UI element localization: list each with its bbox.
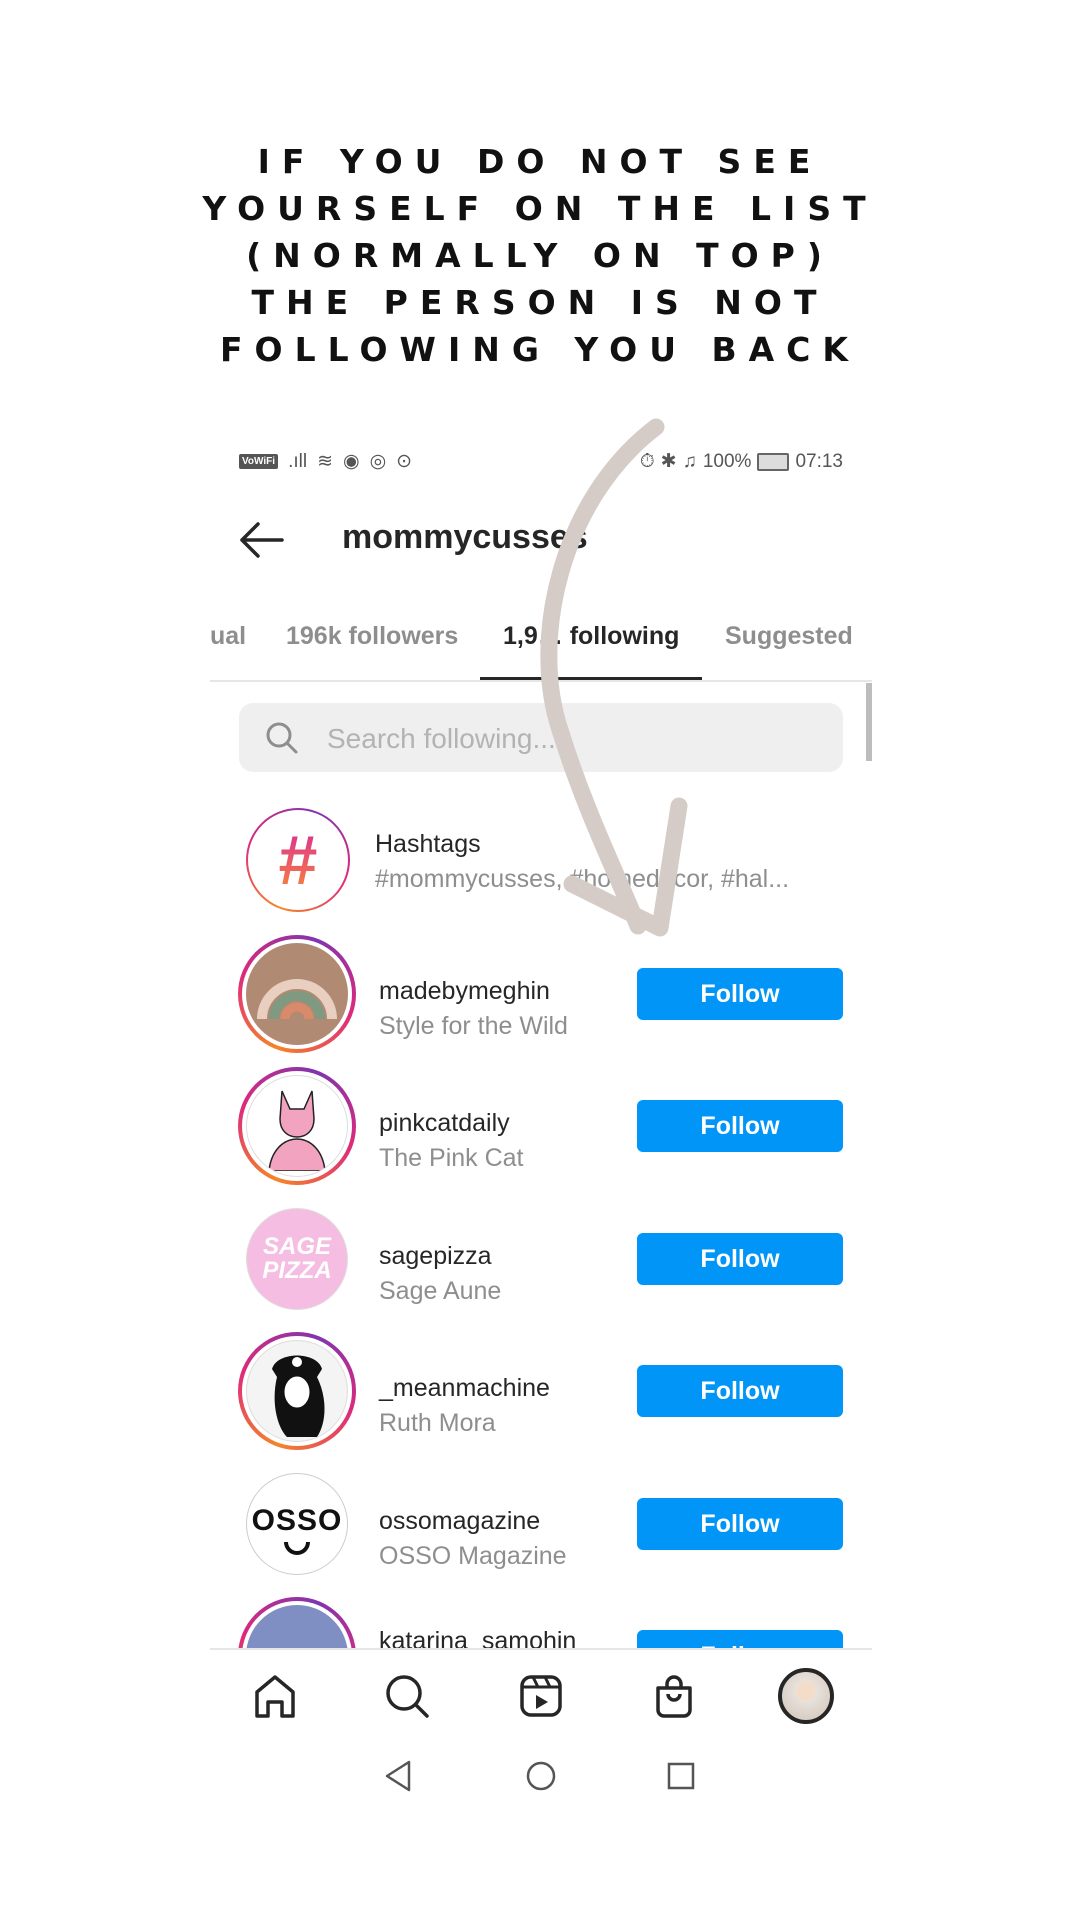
bottom-nav-divider xyxy=(210,1648,872,1650)
full-name: OSSO Magazine xyxy=(379,1542,567,1570)
username[interactable]: sagepizza xyxy=(379,1242,492,1271)
search-icon[interactable] xyxy=(383,1672,431,1720)
follow-button[interactable]: Follow xyxy=(637,1233,843,1285)
tab-following[interactable]: 1,9… following xyxy=(503,622,679,651)
battery-icon xyxy=(757,452,790,471)
heading-line: THE PERSON IS NOT xyxy=(251,283,829,322)
follow-button[interactable]: Follow xyxy=(637,1630,843,1648)
signal-icon: .ıll xyxy=(288,450,308,472)
status-bar: VoWiFi .ıll ≋ ◉ ◎ ⊙ ⏱ ✱ ♫ 100% 07:13 xyxy=(239,450,843,478)
avatar[interactable] xyxy=(238,1597,356,1648)
heading-line: IF YOU DO NOT SEE xyxy=(257,142,823,181)
full-name: Sage Aune xyxy=(379,1277,502,1305)
wifi-icon: ≋ xyxy=(317,451,333,472)
avatar[interactable]: OSSO xyxy=(246,1473,348,1575)
page-title: mommycusses xyxy=(342,518,588,556)
hashtag-avatar: # xyxy=(246,808,350,912)
sagepizza-logo: SAGE PIZZA xyxy=(262,1233,332,1284)
tab-followers[interactable]: 196k followers xyxy=(286,622,458,651)
smile-mark xyxy=(284,1541,310,1555)
follow-button[interactable]: Follow xyxy=(637,1100,843,1152)
heading-line: YOURSELF ON THE LIST xyxy=(202,189,878,228)
hashtags-title[interactable]: Hashtags xyxy=(375,830,481,859)
hashtags-row[interactable]: # xyxy=(246,808,350,912)
osso-logo: OSSO xyxy=(251,1503,343,1537)
username[interactable]: ossomagazine xyxy=(379,1507,540,1536)
follow-button[interactable]: Follow xyxy=(637,968,843,1020)
search-placeholder: Search following... xyxy=(327,723,556,754)
instruction-heading: IF YOU DO NOT SEE YOURSELF ON THE LIST (… xyxy=(0,138,1080,373)
avatar[interactable] xyxy=(238,1067,356,1185)
clock: 07:13 xyxy=(795,450,843,472)
hashtag-icon: # xyxy=(278,821,318,899)
back-triangle-icon[interactable] xyxy=(379,1756,419,1796)
username[interactable]: katarina_samohin xyxy=(379,1627,576,1648)
pink-cat-illustration xyxy=(268,1090,326,1171)
follow-button[interactable]: Follow xyxy=(637,1498,843,1550)
scrollbar[interactable] xyxy=(866,683,872,761)
bluetooth-icon: ✱ xyxy=(660,451,677,472)
avatar[interactable] xyxy=(238,1332,356,1450)
avatar[interactable]: SAGE PIZZA xyxy=(246,1208,348,1310)
hashtags-subtitle: #mommycusses, #homedecor, #hal... xyxy=(375,865,790,893)
rainbow-logo xyxy=(257,979,337,1020)
username[interactable]: pinkcatdaily xyxy=(379,1109,510,1138)
recents-square-icon[interactable] xyxy=(661,1756,701,1796)
battery-percent: 100% xyxy=(702,450,752,472)
username[interactable]: _meanmachine xyxy=(379,1374,550,1403)
home-circle-icon[interactable] xyxy=(521,1756,561,1796)
heading-line: (NORMALLY ON TOP) xyxy=(246,236,834,275)
tabs-divider xyxy=(210,680,872,682)
follow-button[interactable]: Follow xyxy=(637,1365,843,1417)
instagram-icon: ◎ xyxy=(369,451,387,472)
full-name: The Pink Cat xyxy=(379,1144,524,1172)
heading-line: FOLLOWING YOU BACK xyxy=(220,330,860,369)
vowifi-icon: VoWiFi xyxy=(239,454,279,469)
profile-avatar[interactable] xyxy=(778,1668,834,1724)
arrow-left-icon[interactable] xyxy=(238,520,284,560)
following-list: # Hashtags #mommycusses, #homedecor, #ha… xyxy=(210,800,872,1648)
alarm-icon: ⏱ xyxy=(639,450,655,472)
full-name: Style for the Wild xyxy=(379,1012,568,1040)
home-icon[interactable] xyxy=(251,1672,299,1720)
avatar[interactable] xyxy=(238,935,356,1053)
location-icon: ⊙ xyxy=(396,451,413,472)
eye-icon: ◉ xyxy=(342,451,360,472)
tab-mutual[interactable]: ual xyxy=(210,622,246,651)
shop-icon[interactable] xyxy=(650,1672,698,1720)
woman-captain-illustration xyxy=(272,1355,325,1437)
tab-suggested[interactable]: Suggested xyxy=(725,622,853,651)
username[interactable]: madebymeghin xyxy=(379,977,550,1006)
reels-icon[interactable] xyxy=(517,1672,565,1720)
active-tab-indicator xyxy=(480,677,702,680)
search-input[interactable]: Search following... xyxy=(239,703,843,772)
search-icon xyxy=(266,722,298,754)
mute-bell-icon: ♫ xyxy=(682,450,697,472)
full-name: Ruth Mora xyxy=(379,1409,496,1437)
